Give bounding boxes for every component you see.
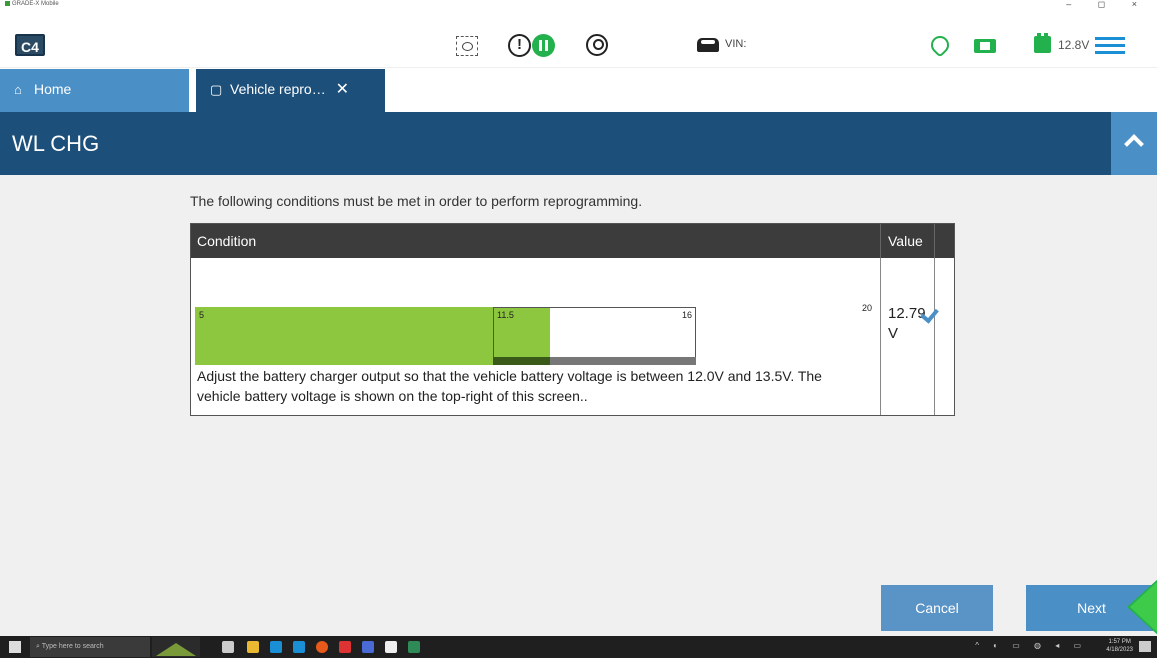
tab-home-label: Home: [34, 81, 72, 97]
battery-icon: [1034, 33, 1051, 53]
pause-icon[interactable]: [532, 34, 555, 57]
gauge-range-bar-fill: [493, 357, 550, 365]
app-icon[interactable]: [408, 641, 420, 653]
gauge-tick-5: 5: [199, 310, 205, 320]
clock-time: 1:57 PM: [1108, 639, 1131, 645]
check-icon: [919, 306, 939, 320]
menu-icon[interactable]: [1095, 37, 1125, 55]
header-divider: [934, 224, 935, 258]
page-header: WL CHG: [0, 112, 1157, 175]
taskbar-clock[interactable]: 1:57 PM 4/18/2023: [1106, 638, 1133, 654]
window-title: GRADE-X Mobile: [5, 0, 59, 9]
tab-vr-label: Vehicle repro…: [230, 81, 326, 97]
gauge-tick-11-5: 11.5: [497, 310, 514, 320]
gauge-tick-16: 16: [682, 310, 693, 320]
file-explorer-icon[interactable]: [247, 641, 259, 653]
tab-home[interactable]: ⌂ Home: [0, 69, 189, 112]
c4-logo: C4: [15, 34, 45, 56]
battery-voltage: 12.8V: [1058, 38, 1090, 52]
screenshot-icon[interactable]: [456, 36, 478, 56]
page-title: WL CHG: [12, 131, 100, 156]
gauge-tick-20: 20: [862, 303, 873, 313]
collapse-button[interactable]: [1111, 112, 1157, 175]
gauge-fill: [195, 307, 493, 365]
taskbar: ⌕ Type here to search ^ ◐ ▭ ◍ ◂ ▭ 1:57 P…: [0, 636, 1157, 658]
toolbar: C4 ! VIN: 12.8V: [0, 9, 1157, 68]
notification-icon[interactable]: [1139, 641, 1151, 652]
header-divider: [880, 224, 881, 258]
alert-icon[interactable]: !: [508, 34, 531, 57]
conditions-table: Condition Value 5 11.5 16 20 Adjust the …: [190, 223, 955, 416]
tab-bar: ⌂ Home ▢ Vehicle repro… ✕: [0, 68, 1157, 112]
task-view-icon[interactable]: [222, 641, 234, 653]
main-content: The following conditions must be met in …: [0, 175, 1157, 636]
header-value: Value: [888, 233, 923, 249]
close-icon[interactable]: ✕: [336, 81, 349, 98]
voltage-gauge: 5 11.5 16 20: [195, 303, 872, 365]
clock-date: 4/18/2023: [1106, 647, 1133, 653]
column-divider: [880, 258, 881, 415]
system-tray[interactable]: ^ ◐ ▭ ◍ ◂ ▭: [975, 641, 1087, 650]
app-window: GRADE-X Mobile – ◻ × C4 ! VIN: 12.8V ⌂ Ho…: [0, 0, 1157, 658]
windows-start-icon[interactable]: [9, 641, 21, 653]
app-icon[interactable]: [385, 641, 397, 653]
wifi-icon[interactable]: [928, 34, 950, 56]
car-icon[interactable]: [697, 38, 719, 52]
taskbar-search[interactable]: ⌕ Type here to search: [30, 637, 150, 657]
mail-icon[interactable]: [293, 641, 305, 653]
home-icon: ⌂: [14, 82, 22, 97]
pointer-arrow-icon: [1127, 578, 1157, 636]
table-header: Condition Value: [191, 224, 954, 258]
intro-text: The following conditions must be met in …: [190, 193, 643, 209]
column-divider: [934, 258, 935, 415]
chip-icon: ▢: [210, 82, 223, 97]
user-icon[interactable]: [586, 34, 608, 56]
cancel-button[interactable]: Cancel: [881, 585, 993, 631]
condition-description: Adjust the battery charger output so tha…: [197, 368, 822, 404]
app-icon[interactable]: [339, 641, 351, 653]
app-icon[interactable]: [362, 641, 374, 653]
browser-icon[interactable]: [316, 641, 328, 653]
header-condition: Condition: [197, 233, 257, 249]
tab-vehicle-reprogramming[interactable]: ▢ Vehicle repro… ✕: [196, 69, 385, 112]
vin-label: VIN:: [725, 38, 747, 50]
connection-icon[interactable]: [974, 39, 996, 53]
store-icon[interactable]: [270, 641, 282, 653]
taskbar-scene-icon: [152, 637, 200, 657]
taskbar-search-placeholder: Type here to search: [41, 643, 104, 650]
window-title-bar: GRADE-X Mobile – ◻ ×: [0, 0, 1157, 9]
